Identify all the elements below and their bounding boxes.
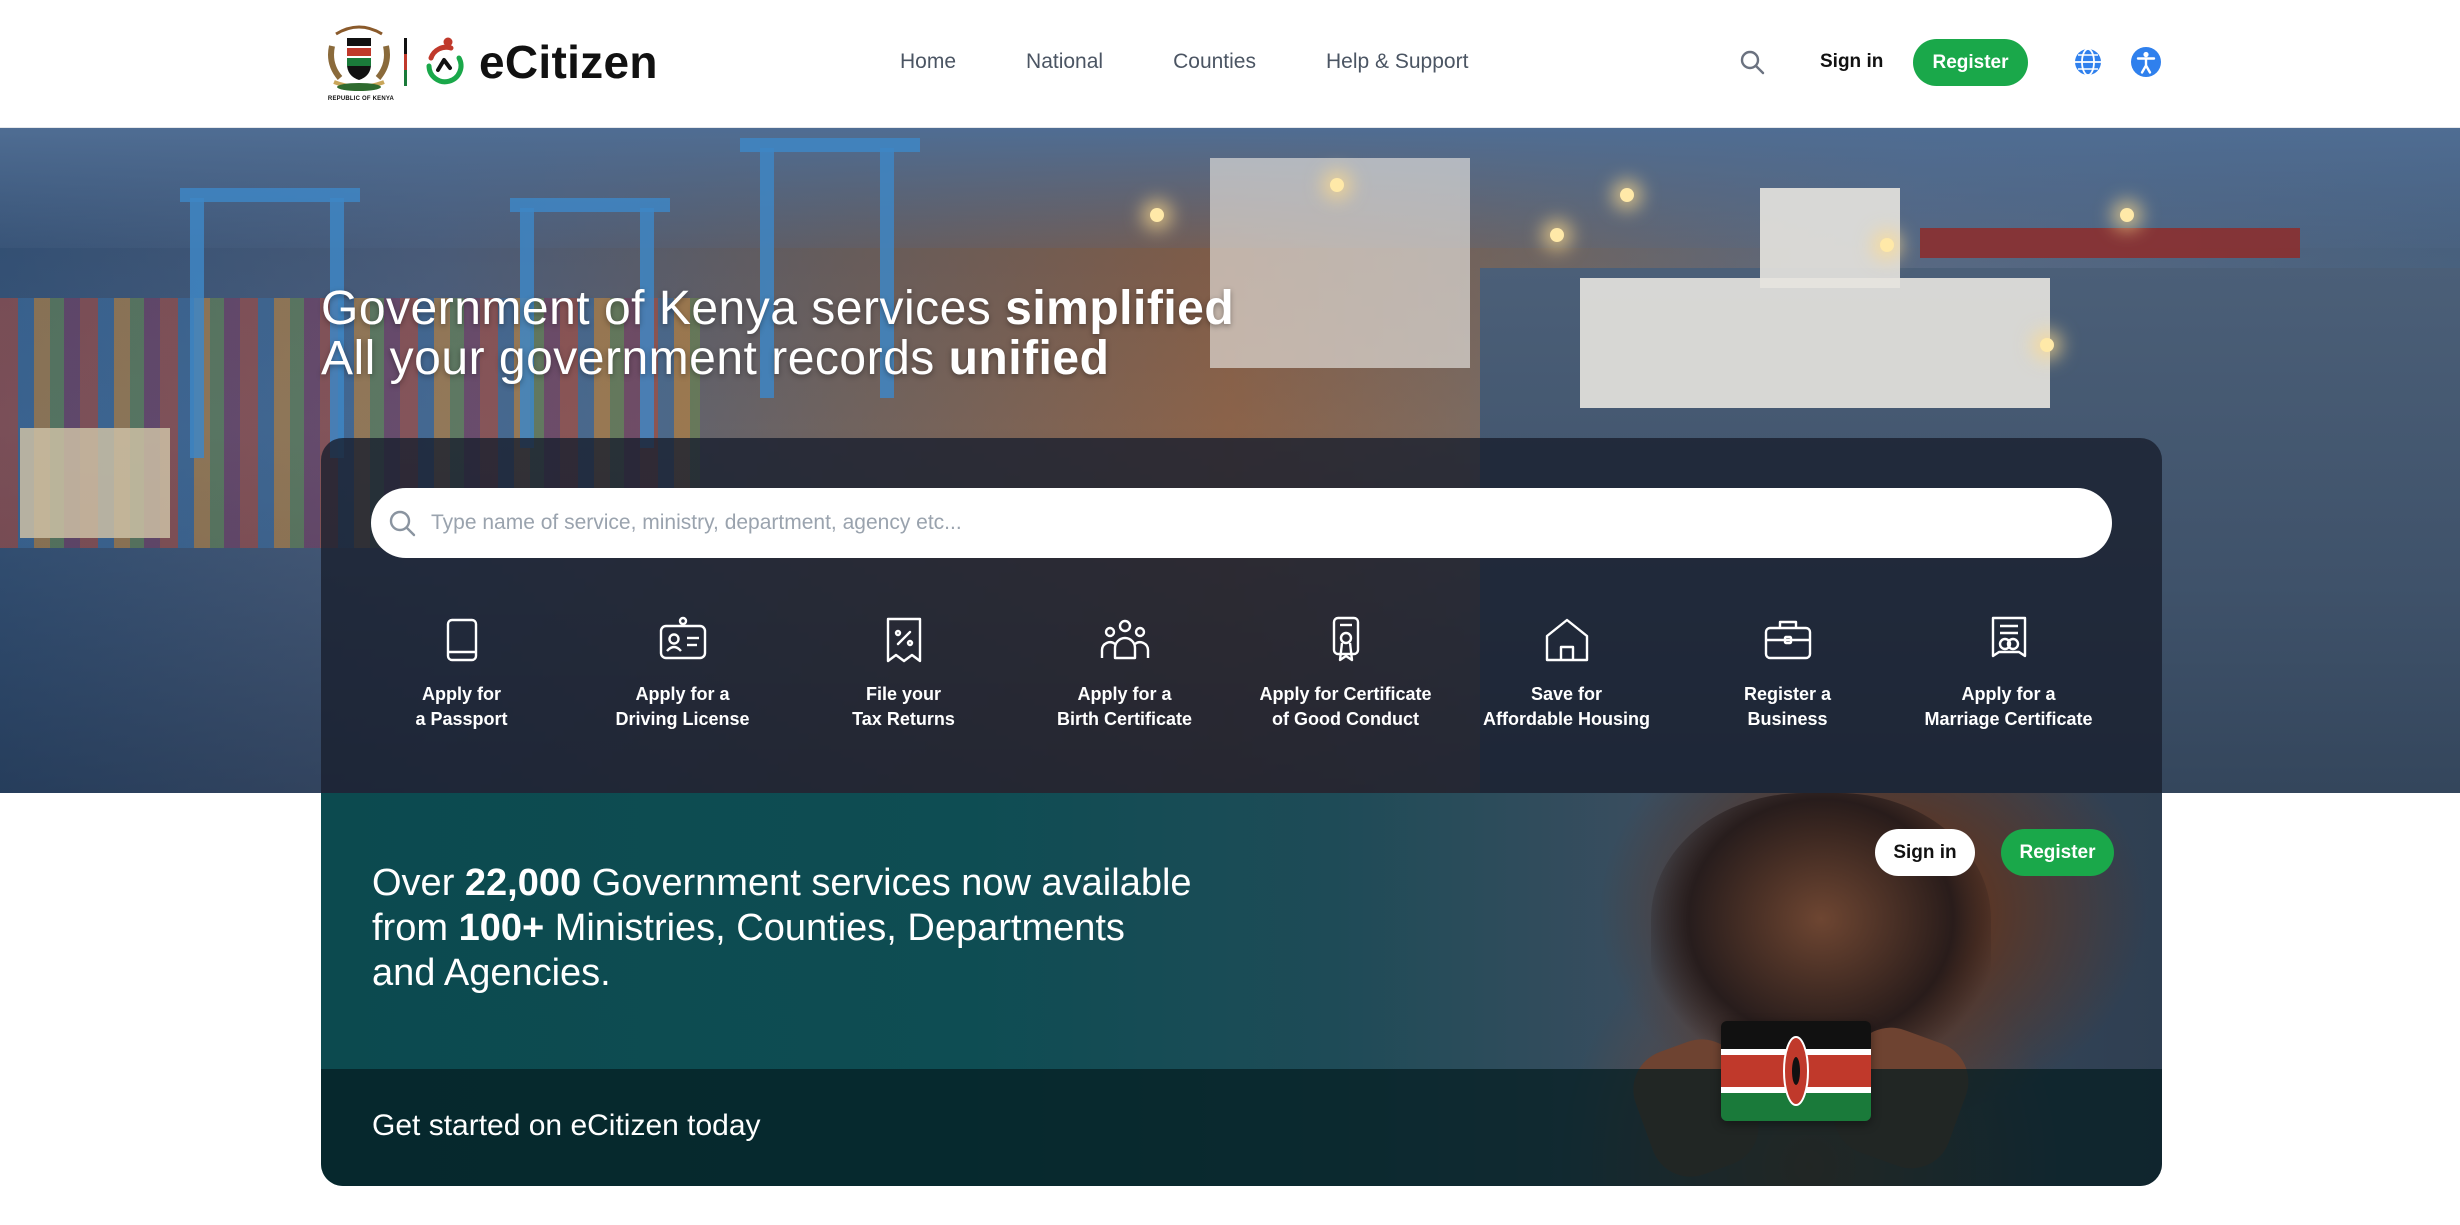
service-label: File your Tax Returns	[852, 682, 955, 732]
search-icon	[389, 510, 416, 537]
briefcase-icon	[1764, 620, 1811, 660]
hero-building	[20, 428, 170, 538]
service-label-line1: Apply for	[421, 684, 501, 704]
service-search-input[interactable]	[431, 493, 2112, 553]
promo-text-part: from	[372, 907, 459, 949]
service-label: Apply for a Driving License	[615, 682, 749, 732]
main-nav: Home National Counties Help & Support	[900, 42, 1468, 82]
ecitizen-mark-icon	[426, 37, 464, 85]
hero-title: Government of Kenya services simplified …	[321, 284, 1234, 384]
hero-line2-prefix: All your government records	[321, 332, 949, 385]
service-label-line2: a Passport	[415, 709, 508, 729]
service-label-line1: Apply for a	[1961, 684, 2056, 704]
tax-receipt-icon	[886, 617, 921, 663]
promo-text-part: Over	[372, 862, 465, 904]
popular-services: Apply for a Passport Apply for a Driving L…	[351, 614, 2132, 732]
hero-crane	[740, 138, 920, 152]
service-marriage-certificate[interactable]: Apply for a Marriage Certificate	[1898, 614, 2119, 732]
service-label-line1: Apply for Certificate	[1259, 684, 1432, 704]
hero-crane	[510, 198, 670, 212]
coat-of-arms-label: REPUBLIC OF KENYA	[327, 96, 395, 102]
service-label-line2: Affordable Housing	[1483, 709, 1650, 729]
service-label-line2: Business	[1747, 709, 1828, 729]
get-started-bar: Get started on eCitizen today	[321, 1069, 2162, 1186]
service-label-line1: Apply for a	[635, 684, 730, 704]
service-label: Apply for a Passport	[415, 682, 507, 732]
promo-sign-in-button[interactable]: Sign in	[1875, 829, 1975, 876]
get-started-text: Get started on eCitizen today	[372, 1109, 761, 1142]
site-header: REPUBLIC OF KENYA eCitizen Home National…	[0, 0, 2460, 128]
service-label: Register a Business	[1744, 682, 1831, 732]
kenya-flag-card	[1721, 1021, 1871, 1121]
hero-ship	[1760, 188, 1900, 288]
hero-ship	[1580, 278, 2050, 408]
logo[interactable]: REPUBLIC OF KENYA eCitizen	[326, 24, 658, 102]
service-search-box[interactable]	[371, 488, 2112, 558]
id-card-icon	[659, 616, 706, 660]
coat-of-arms-icon: REPUBLIC OF KENYA	[326, 24, 394, 102]
service-label-line1: File your	[865, 684, 941, 704]
promo-services-count: 22,000	[464, 862, 582, 904]
service-search-panel: Apply for a Passport Apply for a Driving L…	[321, 438, 2162, 793]
service-label-line2: Marriage Certificate	[1924, 709, 2093, 729]
service-birth-certificate[interactable]: Apply for a Birth Certificate	[1014, 614, 1235, 732]
hero-crane	[190, 198, 204, 458]
service-label-line2: of Good Conduct	[1272, 709, 1419, 729]
hero-light	[2120, 208, 2134, 222]
service-tax-returns[interactable]: File your Tax Returns	[793, 614, 1014, 732]
hero-light	[1330, 178, 1344, 192]
marriage-certificate-icon	[1991, 616, 2026, 658]
service-label-line2: Birth Certificate	[1056, 709, 1193, 729]
service-label: Apply for a Birth Certificate	[1057, 682, 1192, 732]
nav-help-support[interactable]: Help & Support	[1326, 42, 1468, 82]
logo-divider	[404, 38, 407, 86]
promo-register-button[interactable]: Register	[2001, 829, 2114, 876]
hero-crane	[180, 188, 360, 202]
promo-text-part: Government services now available	[581, 862, 1192, 904]
header-sign-in-button[interactable]: Sign in	[1812, 40, 1891, 84]
service-register-business[interactable]: Register a Business	[1677, 614, 1898, 732]
nav-home[interactable]: Home	[900, 42, 956, 82]
service-passport[interactable]: Apply for a Passport	[351, 614, 572, 732]
service-good-conduct[interactable]: Apply for Certificate of Good Conduct	[1235, 614, 1456, 732]
promo-text-part: Ministries, Counties, Departments	[544, 907, 1125, 949]
family-icon	[1100, 619, 1149, 660]
nav-counties[interactable]: Counties	[1173, 42, 1256, 82]
nav-national[interactable]: National	[1026, 42, 1103, 82]
service-label-line1: Register a	[1743, 684, 1832, 704]
hero-ship-hull	[1920, 228, 2300, 258]
brand-name: eCitizen	[479, 36, 658, 88]
header-register-button[interactable]: Register	[1913, 39, 2028, 86]
promo-text-part: and Agencies.	[372, 952, 611, 994]
hero-light	[1550, 228, 1564, 242]
hero-light	[1880, 238, 1894, 252]
service-affordable-housing[interactable]: Save for Affordable Housing	[1456, 614, 1677, 732]
promo-banner: Over 22,000 Government services now avai…	[321, 793, 2162, 1186]
accessibility-icon[interactable]	[2130, 46, 2162, 78]
hero-light	[1150, 208, 1164, 222]
hero-light	[2040, 338, 2054, 352]
service-label: Apply for a Marriage Certificate	[1924, 682, 2092, 732]
promo-agencies-count: 100+	[458, 907, 545, 949]
hero-line1-prefix: Government of Kenya services	[321, 282, 1006, 335]
globe-icon[interactable]	[2073, 47, 2103, 77]
service-label-line2: Tax Returns	[852, 709, 955, 729]
promo-headline: Over 22,000 Government services now avai…	[372, 861, 1272, 996]
service-label-line2: Driving License	[615, 709, 750, 729]
passport-icon	[446, 618, 477, 662]
certificate-badge-icon	[1332, 616, 1359, 662]
service-label-line1: Save for	[1530, 684, 1603, 704]
service-driving-license[interactable]: Apply for a Driving License	[572, 614, 793, 732]
hero-line2-bold: unified	[948, 332, 1110, 385]
house-icon	[1545, 618, 1588, 662]
hero-line1-bold: simplified	[1005, 282, 1235, 335]
hero-light	[1620, 188, 1634, 202]
search-icon[interactable]	[1738, 48, 1766, 76]
service-label: Save for Affordable Housing	[1483, 682, 1650, 732]
service-label: Apply for Certificate of Good Conduct	[1259, 682, 1431, 732]
service-label-line1: Apply for a	[1077, 684, 1172, 704]
